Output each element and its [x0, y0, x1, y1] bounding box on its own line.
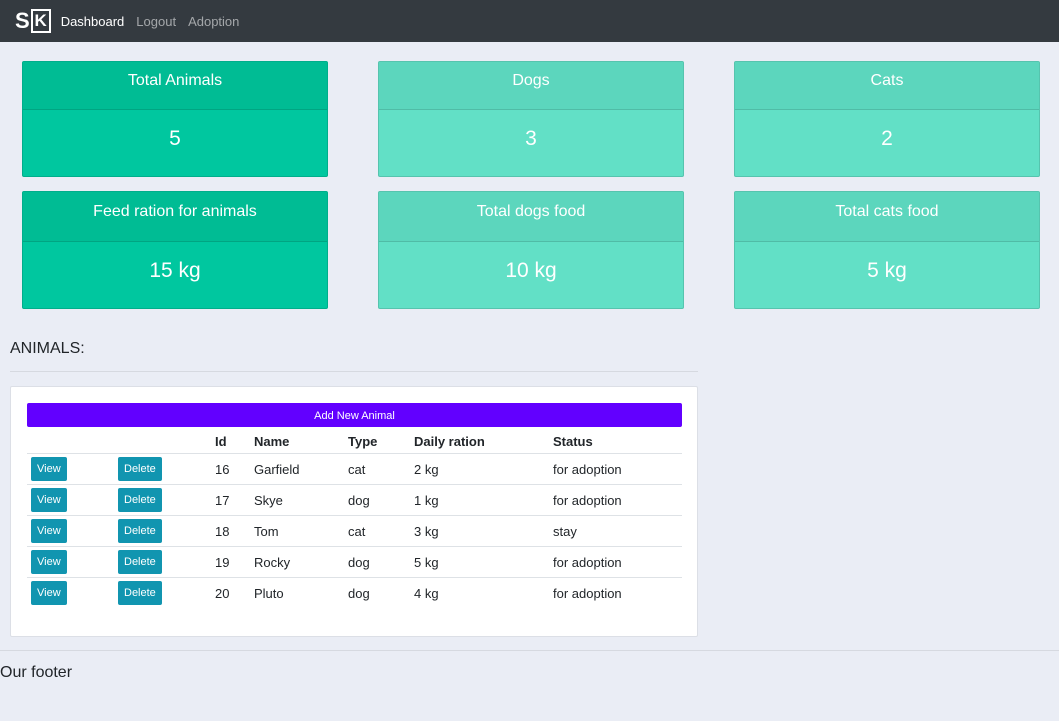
- view-button[interactable]: View: [31, 581, 67, 605]
- logo-letter-k: K: [30, 9, 51, 33]
- cell-id: 20: [215, 585, 230, 601]
- table-row: View Delete 19 Rocky dog 5 kg for adoption: [27, 546, 682, 578]
- column-header-name: Name: [254, 430, 348, 454]
- cell-status: for adoption: [553, 546, 682, 578]
- card-value: 3: [525, 127, 537, 150]
- cell-id: 19: [215, 546, 254, 578]
- animals-panel: Add New Animal Id Name Type Daily ration…: [10, 386, 698, 637]
- cell-daily-ration: 1 kg: [414, 484, 553, 516]
- cell-name: Garfield: [254, 453, 348, 485]
- card-dogs: Dogs 3: [378, 61, 684, 177]
- footer-text: Our footer: [0, 664, 73, 681]
- card-feed-ration: Feed ration for animals 15 kg: [22, 191, 328, 309]
- cell-daily-ration: 3 kg: [414, 515, 553, 547]
- cell-type: cat: [348, 453, 414, 485]
- cell-name: Skye: [254, 484, 348, 516]
- cell-type: dog: [348, 546, 414, 578]
- cell-status: for adoption: [553, 484, 682, 516]
- table-row: View Delete 16 Garfield cat 2 kg for adoption: [27, 453, 682, 485]
- card-dogs-food: Total dogs food 10 kg: [378, 191, 684, 309]
- view-button[interactable]: View: [31, 550, 67, 574]
- logo-letter-s: S: [15, 8, 30, 33]
- table-row: View Delete 20 Pluto dog 4 kg for adoption: [27, 578, 682, 609]
- card-cats-food: Total cats food 5 kg: [734, 191, 1040, 309]
- cell-status: stay: [553, 515, 682, 547]
- column-header-type: Type: [348, 430, 414, 454]
- delete-button[interactable]: Delete: [118, 550, 162, 574]
- navbar: S K Dashboard Logout Adoption: [0, 0, 1059, 42]
- view-button[interactable]: View: [31, 488, 67, 512]
- animals-table: Id Name Type Daily ration Status View Del…: [27, 430, 682, 608]
- cell-id: 18: [215, 515, 254, 547]
- card-total-animals: Total Animals 5: [22, 61, 328, 177]
- delete-button[interactable]: Delete: [118, 488, 162, 512]
- card-value: 5 kg: [867, 259, 907, 282]
- delete-button[interactable]: Delete: [118, 581, 162, 605]
- card-title: Cats: [735, 62, 1039, 110]
- table-row: View Delete 17 Skye dog 1 kg for adoption: [27, 484, 682, 516]
- nav-adoption-link[interactable]: Adoption: [188, 14, 239, 29]
- card-cats: Cats 2: [734, 61, 1040, 177]
- column-header-daily-ration: Daily ration: [414, 430, 553, 454]
- cell-name: Rocky: [254, 546, 348, 578]
- cell-name: Pluto: [254, 585, 284, 601]
- cell-daily-ration: 5 kg: [414, 546, 553, 578]
- cell-type: dog: [348, 484, 414, 516]
- card-value: 2: [881, 127, 893, 150]
- cell-daily-ration: 2 kg: [414, 453, 553, 485]
- column-header-status: Status: [553, 430, 682, 454]
- delete-button[interactable]: Delete: [118, 519, 162, 543]
- column-header-id: Id: [215, 430, 254, 454]
- table-row: View Delete 18 Tom cat 3 kg stay: [27, 515, 682, 547]
- card-title: Total Animals: [23, 62, 327, 110]
- table-header-row: Id Name Type Daily ration Status: [27, 430, 682, 454]
- logo[interactable]: S K: [15, 8, 51, 34]
- view-button[interactable]: View: [31, 519, 67, 543]
- cell-type: dog: [348, 585, 370, 601]
- cell-status: for adoption: [553, 585, 622, 601]
- animals-section-title: ANIMALS:: [10, 340, 85, 357]
- view-button[interactable]: View: [31, 457, 67, 481]
- cell-status: for adoption: [553, 453, 682, 485]
- card-value: 15 kg: [149, 259, 201, 282]
- cell-id: 16: [215, 453, 254, 485]
- nav-dashboard-link[interactable]: Dashboard: [61, 14, 125, 29]
- add-new-animal-button[interactable]: Add New Animal: [27, 403, 682, 427]
- card-title: Total cats food: [735, 192, 1039, 242]
- cell-id: 17: [215, 484, 254, 516]
- cell-name: Tom: [254, 515, 348, 547]
- card-title: Total dogs food: [379, 192, 683, 242]
- delete-button[interactable]: Delete: [118, 457, 162, 481]
- card-value: 10 kg: [505, 259, 557, 282]
- nav-logout-link[interactable]: Logout: [136, 14, 176, 29]
- card-value: 5: [169, 127, 181, 150]
- cell-daily-ration: 4 kg: [414, 585, 439, 601]
- section-divider: [10, 371, 698, 372]
- card-title: Feed ration for animals: [23, 192, 327, 242]
- cell-type: cat: [348, 515, 414, 547]
- card-title: Dogs: [379, 62, 683, 110]
- footer-divider: [0, 650, 1059, 651]
